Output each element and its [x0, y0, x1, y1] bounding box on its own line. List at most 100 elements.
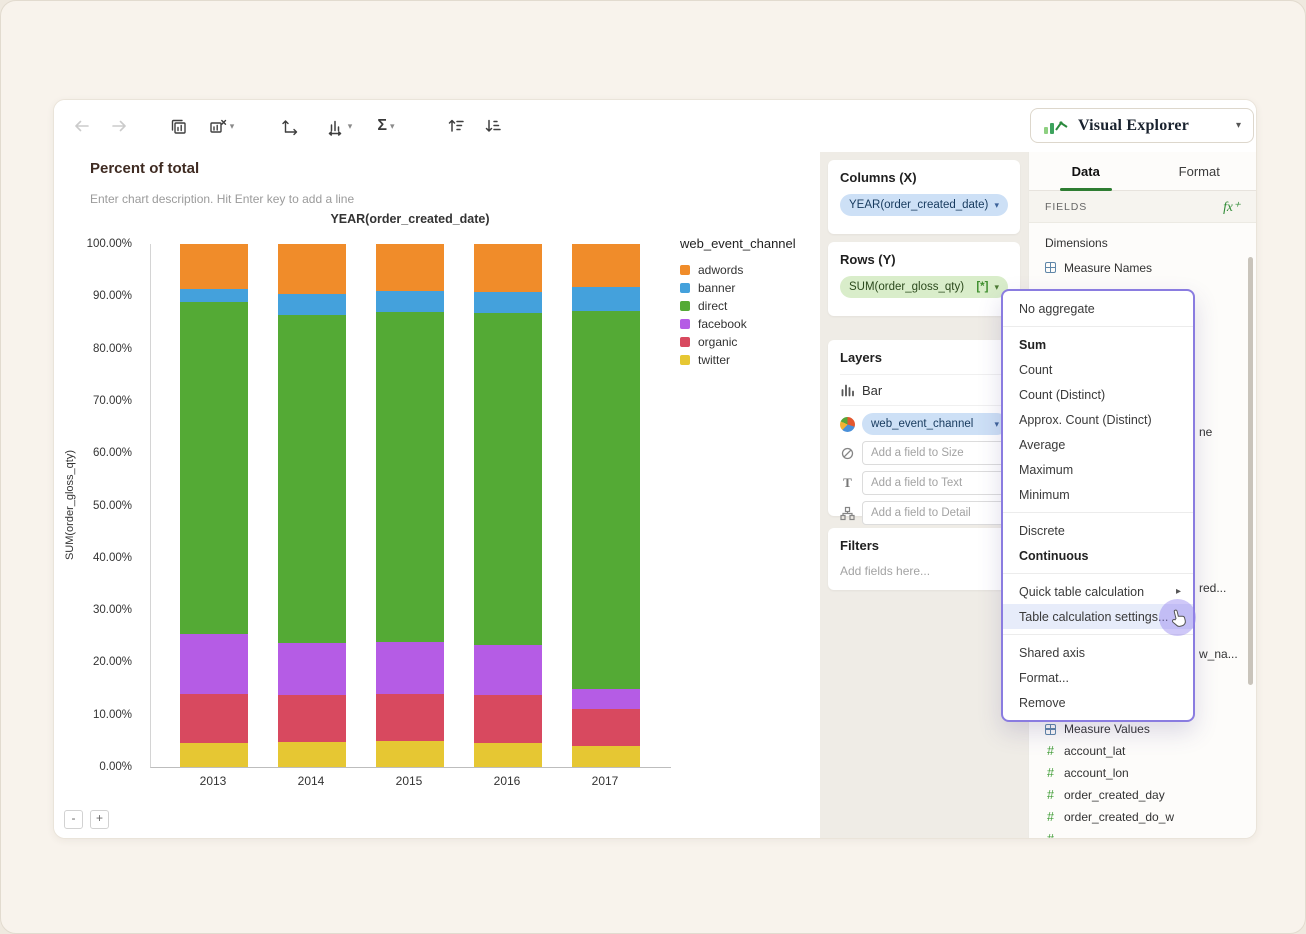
bar-segment-organic[interactable] [376, 693, 444, 741]
bar-segment-twitter[interactable] [572, 746, 640, 767]
app-switcher[interactable]: Visual Explorer ▾ [1030, 108, 1254, 143]
bar-segment-direct[interactable] [278, 314, 346, 644]
bar-segment-banner[interactable] [278, 293, 346, 315]
bar-segment-facebook[interactable] [572, 688, 640, 710]
sort-ascending-button[interactable] [442, 111, 470, 141]
bar-segment-adwords[interactable] [278, 244, 346, 294]
stacked-bar-2017[interactable] [572, 244, 640, 767]
stacked-bar-2014[interactable] [278, 244, 346, 767]
add-formula-button[interactable]: fx⁺ [1223, 199, 1240, 215]
stacked-bar-2013[interactable] [180, 244, 248, 767]
tab-format[interactable]: Format [1143, 152, 1257, 190]
detail-encoding-row: Add a field to Detail [840, 501, 1008, 525]
menu-item-shared-axis[interactable]: Shared axis [1003, 640, 1193, 665]
menu-item-sum[interactable]: Sum [1003, 332, 1193, 357]
size-field-dropzone[interactable]: Add a field to Size [862, 441, 1008, 465]
duplicate-chart-button[interactable] [164, 111, 192, 141]
bar-segment-facebook[interactable] [278, 643, 346, 696]
color-encoding-row: web_event_channel ▾ [840, 413, 1008, 435]
field-item-field[interactable]: # [1029, 828, 1256, 838]
legend-item-organic[interactable]: organic [680, 335, 816, 349]
sort-descending-button[interactable] [479, 111, 507, 141]
menu-item-quick-table-calculation[interactable]: Quick table calculation ▸ [1003, 579, 1193, 604]
field-item-order-created-day[interactable]: # order_created_day [1029, 784, 1256, 806]
zoom-out-button[interactable]: - [64, 810, 83, 829]
tab-data[interactable]: Data [1029, 152, 1143, 191]
bar-segment-twitter[interactable] [278, 741, 346, 767]
stacked-bar-2015[interactable] [376, 244, 444, 767]
bar-mark-icon [841, 384, 854, 397]
legend-item-direct[interactable]: direct [680, 299, 816, 313]
app-title: Visual Explorer [1078, 116, 1190, 134]
bar-segment-adwords[interactable] [572, 244, 640, 287]
bar-segment-banner[interactable] [376, 291, 444, 313]
bar-segment-banner[interactable] [572, 286, 640, 311]
bar-segment-adwords[interactable] [180, 244, 248, 289]
legend-item-twitter[interactable]: twitter [680, 353, 816, 367]
menu-item-label: Minimum [1019, 487, 1070, 502]
bar-segment-twitter[interactable] [376, 740, 444, 767]
menu-item-continuous[interactable]: Continuous [1003, 543, 1193, 568]
panel-tabs: Data Format [1029, 152, 1256, 191]
rows-pill[interactable]: SUM(order_gloss_qty) [*] ▾ [840, 276, 1008, 298]
y-tick-label: 0.00% [99, 761, 132, 773]
stacked-bar-2016[interactable] [474, 244, 542, 767]
field-item-measure-names[interactable]: Measure Names [1029, 257, 1256, 278]
bar-segment-organic[interactable] [180, 693, 248, 744]
legend-swatch-icon [680, 301, 690, 311]
text-field-dropzone[interactable]: Add a field to Text [862, 471, 1008, 495]
bar-segment-facebook[interactable] [180, 633, 248, 694]
field-item-account-lat[interactable]: # account_lat [1029, 740, 1256, 762]
detail-field-dropzone[interactable]: Add a field to Detail [862, 501, 1008, 525]
chart-type-button[interactable]: ▾ [319, 111, 359, 141]
legend-item-facebook[interactable]: facebook [680, 317, 816, 331]
remove-chart-button[interactable]: ▾ [201, 111, 241, 141]
bar-segment-facebook[interactable] [376, 641, 444, 694]
field-item-order-created-do-w[interactable]: # order_created_do_w [1029, 806, 1256, 828]
bar-segment-adwords[interactable] [474, 244, 542, 293]
bar-segment-organic[interactable] [474, 695, 542, 744]
menu-item-minimum[interactable]: Minimum [1003, 482, 1193, 507]
menu-item-count-distinct[interactable]: Count (Distinct) [1003, 382, 1193, 407]
bar-segment-banner[interactable] [474, 292, 542, 314]
legend-item-adwords[interactable]: adwords [680, 263, 816, 277]
bar-segment-twitter[interactable] [180, 743, 248, 767]
bar-segment-organic[interactable] [278, 695, 346, 742]
menu-item-remove[interactable]: Remove [1003, 690, 1193, 715]
filters-dropzone[interactable]: Add fields here... [840, 564, 1008, 578]
redo-button[interactable] [105, 111, 133, 141]
viz-title[interactable]: Percent of total [90, 160, 199, 177]
fields-scrollbar[interactable] [1248, 257, 1253, 685]
columns-pill[interactable]: YEAR(order_created_date) ▾ [840, 194, 1008, 216]
bar-segment-twitter[interactable] [474, 743, 542, 767]
bar-segment-organic[interactable] [572, 709, 640, 747]
bar-segment-direct[interactable] [180, 301, 248, 634]
menu-item-count[interactable]: Count [1003, 357, 1193, 382]
layers-shelf-title: Layers [840, 350, 882, 365]
bar-segment-direct[interactable] [376, 312, 444, 642]
menu-item-maximum[interactable]: Maximum [1003, 457, 1193, 482]
menu-item-format[interactable]: Format... [1003, 665, 1193, 690]
menu-separator [1003, 634, 1193, 635]
bar-segment-adwords[interactable] [376, 244, 444, 292]
undo-button[interactable] [68, 111, 96, 141]
mark-type-row[interactable]: Bar [840, 374, 1008, 406]
color-pill[interactable]: web_event_channel ▾ [862, 413, 1008, 435]
viz-description-placeholder[interactable]: Enter chart description. Hit Enter key t… [90, 192, 354, 206]
menu-item-discrete[interactable]: Discrete [1003, 518, 1193, 543]
bar-segment-banner[interactable] [180, 288, 248, 302]
menu-item-average[interactable]: Average [1003, 432, 1193, 457]
aggregate-button[interactable]: Σ ▾ [368, 111, 404, 141]
bar-segment-direct[interactable] [572, 310, 640, 689]
field-item-account-lon[interactable]: # account_lon [1029, 762, 1256, 784]
legend-item-banner[interactable]: banner [680, 281, 816, 295]
menu-item-label: Average [1019, 437, 1066, 452]
bar-segment-direct[interactable] [474, 313, 542, 646]
swap-axes-button[interactable] [275, 111, 303, 141]
menu-item-approx-count-distinct[interactable]: Approx. Count (Distinct) [1003, 407, 1193, 432]
bar-segment-facebook[interactable] [474, 645, 542, 696]
zoom-in-button[interactable]: + [90, 810, 109, 829]
covered-field-fragment: ne [1199, 425, 1213, 439]
submenu-arrow-icon: ▸ [1175, 586, 1181, 597]
menu-item-no-aggregate[interactable]: No aggregate [1003, 296, 1193, 321]
